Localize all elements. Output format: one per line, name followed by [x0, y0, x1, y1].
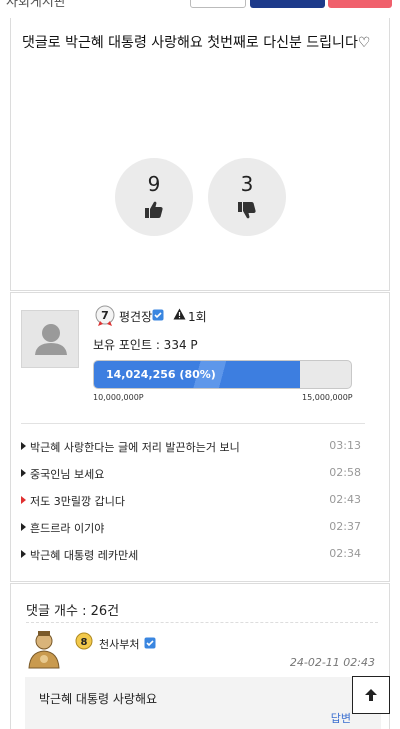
commenter-avatar[interactable]: [25, 630, 63, 670]
post-time: 02:34: [329, 547, 361, 560]
upvote-button[interactable]: 9: [115, 158, 193, 236]
post-title: 댓글로 박근혜 대통령 사랑해요 첫번째로 다신분 드립니다♡: [22, 35, 371, 51]
list-item[interactable]: 저도 3만릴깡 갑니다 02:43: [21, 493, 365, 520]
divider: [21, 423, 365, 424]
commenter-nickname[interactable]: 천사부처: [99, 636, 139, 652]
bullet-icon: [21, 523, 26, 531]
action-button[interactable]: [328, 0, 392, 8]
bullet-icon: [21, 550, 26, 558]
verified-check-icon: [152, 309, 164, 321]
downvote-count: 3: [240, 172, 254, 196]
warning-triangle-icon: [173, 308, 186, 320]
list-item[interactable]: 박근혜 사랑한다는 글에 저리 발끈하는거 보니 03:13: [21, 439, 365, 466]
comment-timestamp: 24-02-11 02:43: [289, 656, 375, 669]
progress-text: 14,024,256 (80%): [106, 368, 216, 381]
post-link[interactable]: 박근혜 대통령 레카만세: [30, 547, 138, 563]
downvote-button[interactable]: 3: [208, 158, 286, 236]
scroll-top-button[interactable]: [352, 676, 390, 714]
post-link[interactable]: 흔드르라 이기야: [30, 520, 104, 536]
author-card: 7 평견장 1회 보유 포인트 : 334 P 14,024,256 (80%)…: [10, 292, 390, 582]
post-link[interactable]: 박근혜 사랑한다는 글에 저리 발끈하는거 보니: [30, 439, 240, 455]
arrow-up-icon: [365, 689, 377, 701]
author-nickname[interactable]: 평견장: [119, 308, 152, 325]
bullet-icon: [21, 442, 26, 450]
list-item[interactable]: 박근혜 대통령 레카만세 02:34: [21, 547, 365, 574]
default-avatar-icon: [35, 324, 67, 355]
avatar[interactable]: [21, 310, 79, 368]
warning-count: 1회: [188, 310, 207, 324]
points-label: 보유 포인트 : 334 P: [93, 338, 198, 352]
level-number: 7: [101, 309, 109, 322]
post-link[interactable]: 저도 3만릴깡 갑니다: [30, 493, 125, 509]
level-number: 8: [81, 637, 88, 648]
bullet-icon: [21, 469, 26, 477]
post-time: 03:13: [329, 439, 361, 452]
verified-check-icon: [144, 637, 156, 649]
comment-count: 댓글 개수 : 26건: [26, 604, 120, 619]
post-time: 02:43: [329, 493, 361, 506]
thumbs-up-icon: [145, 201, 163, 218]
post-link[interactable]: 중국인님 보세요: [30, 466, 104, 482]
comment-body: 박근혜 대통령 사랑해요: [25, 677, 381, 729]
breadcrumb[interactable]: 사회게시판: [6, 0, 66, 10]
level-badge-icon: 7: [95, 305, 115, 326]
upvote-count: 9: [147, 172, 161, 196]
post-card: 댓글로 박근혜 대통령 사랑해요 첫번째로 다신분 드립니다♡ 9 3: [10, 18, 390, 291]
comments-card: 댓글 개수 : 26건 8 천사부처 24-02-11 02:43 박근혜 대통…: [10, 583, 390, 729]
progress-min-label: 10,000,000P: [93, 393, 144, 402]
recent-posts-list: 박근혜 사랑한다는 글에 저리 발끈하는거 보니 03:13 중국인님 보세요 …: [21, 439, 365, 574]
post-time: 02:37: [329, 520, 361, 533]
list-item[interactable]: 중국인님 보세요 02:58: [21, 466, 365, 493]
reply-link[interactable]: 답변: [331, 710, 351, 726]
level-badge-icon: 8: [75, 632, 93, 650]
post-time: 02:58: [329, 466, 361, 479]
points-progress-bar: 14,024,256 (80%): [93, 360, 352, 389]
write-button[interactable]: [250, 0, 325, 8]
list-button[interactable]: [190, 0, 246, 8]
progress-max-label: 15,000,000P: [302, 393, 353, 402]
comment-text: 박근혜 대통령 사랑해요: [39, 692, 158, 706]
bullet-icon: [21, 496, 26, 504]
top-toolbar: 사회게시판: [0, 0, 400, 12]
divider: [26, 622, 378, 623]
list-item[interactable]: 흔드르라 이기야 02:37: [21, 520, 365, 547]
thumbs-down-icon: [238, 202, 256, 219]
